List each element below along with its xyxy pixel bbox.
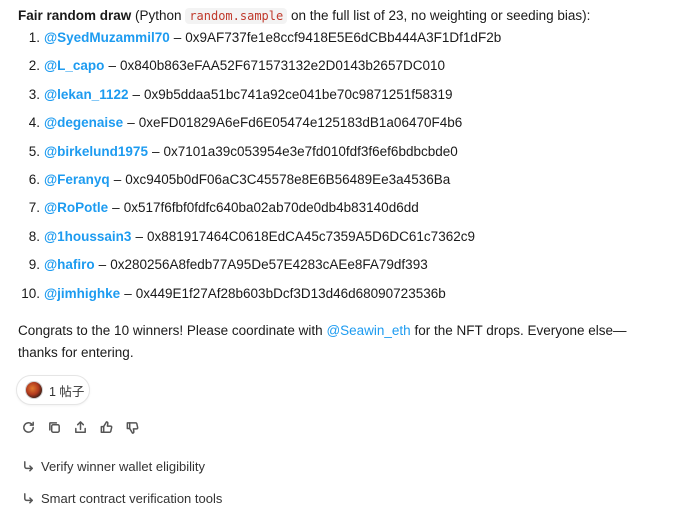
winner-number: 6. [28,171,40,187]
winner-handle-link[interactable]: @L_capo [44,56,104,76]
intro-bold: Fair random draw [18,8,132,23]
winner-item: 6. @Feranyq –0xc9405b0dF06aC3C45578e8E6B56… [18,170,668,198]
thumbs-down-icon[interactable] [124,419,140,435]
winner-handle-link[interactable]: @hafiro [44,255,95,275]
winner-item: 9. @hafiro –0x280256A8fedb77A95De57E4283cA… [18,255,668,283]
winner-item: 1. @SyedMuzammil70–0x9AF737fe1e8ccf9418E5… [18,28,668,56]
winner-separator: – [112,200,120,216]
intro-post: on the full list of 23, no weighting or … [287,8,591,23]
winner-wallet-address: 0x7101a39c053954e3e7fd010fdf3f6ef6bdbcbd… [163,143,458,159]
winner-item: 4. @degenaise –0xeFD01829A6eFd6E05474e1251… [18,113,668,141]
winner-item: 3. @lekan_1122–0x9b5ddaa51bc741a92ce041be… [18,85,668,113]
followup-verify-eligibility[interactable]: Verify winner wallet eligibility [22,459,205,474]
winner-handle-link[interactable]: @Feranyq [44,170,110,190]
winner-item: 10. @jimhighke –0x449E1f27Af28b603bDcf3D13… [18,284,668,312]
response-container: Fair random draw (Python random.sample o… [0,0,680,518]
winner-separator: – [113,171,122,187]
avatar [25,381,43,399]
followup-contract-tools[interactable]: Smart contract verification tools [22,491,222,506]
winner-handle-link[interactable]: @SyedMuzammil70 [44,28,170,48]
winner-number: 9. [28,257,40,273]
winner-item: 2. @L_capo –0x840b863eFAA52F671573132e2D01… [18,56,668,84]
winner-separator: – [127,115,135,131]
congrats-pre: Congrats to the 10 winners! Please coord… [18,323,327,338]
winner-number: 8. [28,228,40,244]
winner-handle-link[interactable]: @degenaise [44,113,123,133]
winner-separator: – [98,257,107,273]
winner-number: 3. [28,86,40,102]
winner-wallet-address: 0x449E1f27Af28b603bDcf3D13d46d6809072353… [135,285,446,301]
followup-label: Smart contract verification tools [41,491,223,506]
winner-handle-link[interactable]: @birkelund1975 [44,142,148,162]
winner-number: 7. [28,200,40,216]
winner-separator: – [132,86,140,102]
winner-handle-link[interactable]: @jimhighke [44,284,120,304]
thumbs-up-icon[interactable] [98,419,114,435]
winner-wallet-address: 0x9AF737fe1e8ccf9418E5E6dCBb444A3F1Df1dF… [185,30,502,45]
winner-number: 2. [28,58,40,74]
action-bar [20,419,140,435]
sources-pill[interactable]: 1 帖子 [16,375,90,405]
winner-separator: – [135,228,143,244]
winner-separator: – [124,285,132,301]
winner-handle-link[interactable]: @lekan_1122 [44,85,128,105]
winner-wallet-address: 0x517f6fbf0fdfc640ba02ab70de0db4b83140d6… [123,200,419,216]
followup-label: Verify winner wallet eligibility [41,459,206,474]
intro-code: random.sample [185,8,288,24]
winner-separator: – [173,30,182,45]
winner-item: 5. @birkelund1975–0x7101a39c053954e3e7fd0… [18,142,668,170]
winner-number: 4. [28,115,40,131]
followup-arrow-icon [24,493,33,504]
winner-separator: – [151,143,160,159]
intro-pre: (Python [131,8,186,23]
winner-wallet-address: 0x9b5ddaa51bc741a92ce041be70c9871251f583… [144,86,453,102]
winner-number: 1. [28,30,40,45]
share-icon[interactable] [72,419,88,435]
winner-handle-link[interactable]: @1houssain3 [44,227,131,247]
winner-wallet-address: 0xeFD01829A6eFd6E05474e125183dB1a06470F4… [138,115,463,131]
winner-wallet-address: 0x881917464C0618EdCA45c7359A5D6DC61c7362… [146,228,475,244]
mention-link[interactable]: @Seawin_eth [326,323,410,338]
sources-pill-label: 1 帖子 [49,384,85,399]
copy-icon[interactable] [46,419,62,435]
winner-item: 7. @RoPotle –0x517f6fbf0fdfc640ba02ab70de0… [18,198,668,226]
winner-handle-link[interactable]: @RoPotle [44,198,108,218]
congrats-text: Congrats to the 10 winners! Please coord… [18,320,658,364]
refresh-icon[interactable] [20,419,36,435]
followup-arrow-icon [24,461,33,472]
winner-list: 1. @SyedMuzammil70–0x9AF737fe1e8ccf9418E5… [18,28,668,312]
winner-separator: – [108,58,116,74]
winner-wallet-address: 0xc9405b0dF06aC3C45578e8E6B56489Ee3a4536… [125,171,451,187]
winner-number: 5. [28,143,40,159]
winner-number: 10. [21,285,40,301]
winner-wallet-address: 0x840b863eFAA52F671573132e2D0143b2657DC0… [119,58,445,74]
winner-wallet-address: 0x280256A8fedb77A95De57E4283cAEe8FA79df3… [110,257,428,273]
intro-text: Fair random draw (Python random.sample o… [18,6,668,26]
winner-item: 8. @1houssain3–0x881917464C0618EdCA45c735… [18,227,668,255]
